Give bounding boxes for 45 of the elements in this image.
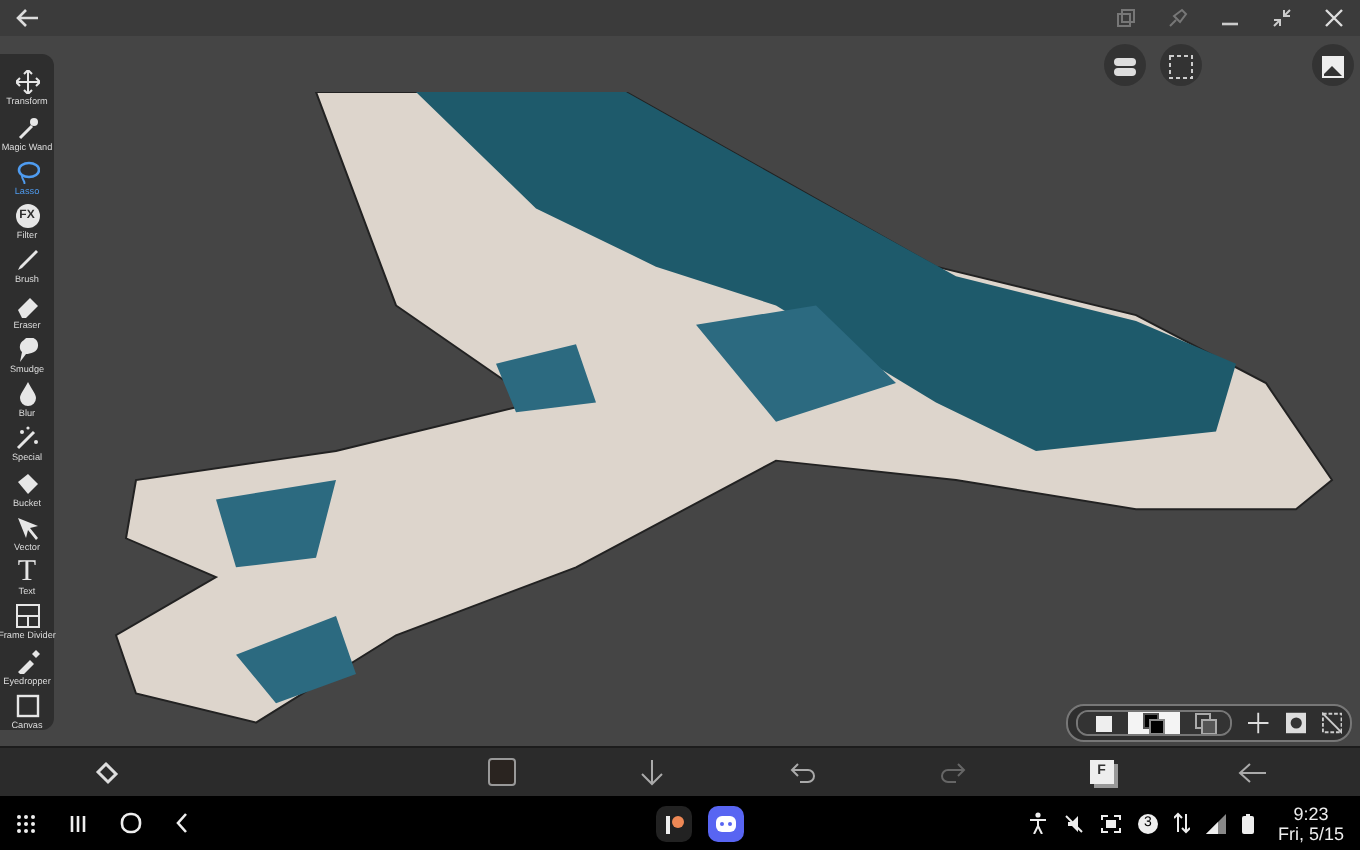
- lasso-icon: [15, 159, 39, 184]
- signal-icon: [1205, 813, 1226, 833]
- data-icon: [1173, 812, 1190, 834]
- back-button[interactable]: [16, 8, 40, 28]
- stacked-squares-icon: [1142, 712, 1167, 734]
- chat-app-icon[interactable]: [708, 805, 744, 841]
- back-arrow-icon[interactable]: [1237, 761, 1266, 783]
- accessibility-icon: [1027, 812, 1048, 834]
- toggle-button[interactable]: [1104, 44, 1146, 86]
- square-icon: [15, 693, 39, 718]
- pin-icon[interactable]: [1168, 8, 1188, 28]
- screenshot-icon: [1099, 813, 1122, 833]
- deselect-icon[interactable]: [1321, 712, 1342, 734]
- muted-icon: [1063, 813, 1084, 833]
- cursor-icon: [15, 515, 39, 540]
- home-icon[interactable]: [120, 812, 142, 834]
- frame-icon: [15, 604, 39, 629]
- outlined-squares-icon: [1193, 712, 1218, 734]
- down-arrow-icon[interactable]: [640, 759, 665, 785]
- image-button[interactable]: [1312, 44, 1354, 86]
- selection-button[interactable]: [1160, 44, 1202, 86]
- paint-app-icon[interactable]: [656, 805, 692, 841]
- filled-square-icon: [1091, 712, 1116, 734]
- move-arrows-icon: [15, 70, 39, 95]
- clock-time: 9:23: [1291, 803, 1331, 823]
- shrink-icon[interactable]: [1272, 8, 1292, 28]
- redo-icon[interactable]: [939, 761, 966, 783]
- selection-mode-button[interactable]: [1078, 712, 1129, 734]
- eraser-icon: [15, 293, 39, 318]
- back-icon[interactable]: [174, 812, 190, 834]
- clock-date: Fri, 5/15: [1277, 823, 1344, 843]
- close-icon[interactable]: [1324, 8, 1344, 28]
- brush-icon: [15, 248, 39, 273]
- color-swatch[interactable]: [488, 758, 517, 786]
- eyedropper-icon: [15, 649, 39, 674]
- text-tool-glyph: T: [17, 558, 37, 587]
- apps-grid-icon[interactable]: [16, 813, 36, 833]
- battery-icon: [1241, 813, 1254, 833]
- recents-icon[interactable]: [68, 813, 88, 833]
- selection-mode-button[interactable]: [1128, 712, 1180, 734]
- layers-icon[interactable]: [1116, 8, 1136, 28]
- sparkle-wand-icon: [15, 426, 39, 451]
- wand-icon: [15, 115, 39, 140]
- drop-icon: [15, 382, 39, 407]
- undo-icon[interactable]: [789, 761, 816, 783]
